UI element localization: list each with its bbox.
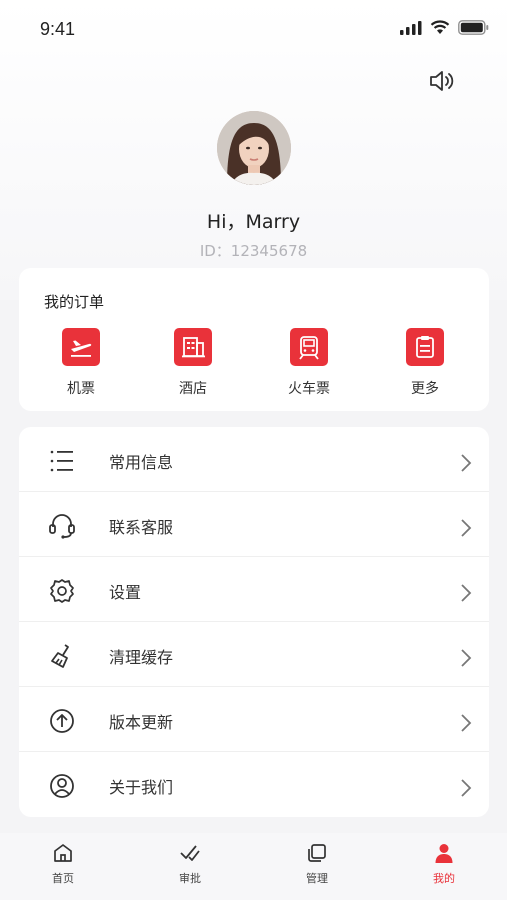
tab-bar: 首页 审批 管理 我的 bbox=[0, 833, 507, 900]
approve-icon bbox=[180, 845, 200, 861]
plane-icon bbox=[62, 328, 100, 366]
upgrade-icon bbox=[50, 709, 74, 733]
menu-label: 关于我们 bbox=[109, 778, 174, 797]
chevron-right-icon bbox=[461, 714, 472, 732]
tab-label: 首页 bbox=[52, 872, 74, 885]
more-icon bbox=[406, 328, 444, 366]
order-item-flight[interactable]: 机票 bbox=[36, 328, 126, 398]
train-icon bbox=[290, 328, 328, 366]
tab-profile[interactable]: 我的 bbox=[409, 841, 479, 886]
chevron-right-icon bbox=[461, 779, 472, 797]
menu-item-version-update[interactable]: 版本更新 bbox=[19, 687, 489, 752]
hotel-icon bbox=[174, 328, 212, 366]
menu-item-clear-cache[interactable]: 清理缓存 bbox=[19, 622, 489, 687]
status-bar: 9:41 bbox=[0, 0, 507, 60]
status-time: 9:41 bbox=[40, 19, 76, 39]
menu-card: 常用信息 联系客服 设置 清理缓存 版本更新 关于我们 bbox=[19, 427, 489, 817]
tab-label: 管理 bbox=[306, 872, 328, 885]
status-icons bbox=[400, 20, 489, 35]
user-id: ID：12345678 bbox=[199, 242, 308, 260]
orders-title: 我的订单 bbox=[44, 293, 105, 311]
menu-item-common-info[interactable]: 常用信息 bbox=[19, 427, 489, 492]
home-icon bbox=[54, 844, 72, 862]
menu-item-about-us[interactable]: 关于我们 bbox=[19, 752, 489, 817]
user-greeting: Hi，Marry bbox=[206, 211, 301, 233]
gear-icon bbox=[50, 579, 74, 603]
tab-approve[interactable]: 审批 bbox=[155, 841, 225, 886]
tab-home[interactable]: 首页 bbox=[28, 841, 98, 886]
order-label: 更多 bbox=[411, 381, 439, 397]
chevron-right-icon bbox=[461, 584, 472, 602]
signal-icon bbox=[400, 20, 422, 35]
menu-label: 常用信息 bbox=[109, 453, 174, 472]
menu-label: 版本更新 bbox=[109, 713, 174, 732]
tab-label: 我的 bbox=[433, 872, 455, 885]
broom-icon bbox=[51, 644, 69, 668]
list-icon bbox=[50, 450, 73, 472]
speaker-icon[interactable] bbox=[428, 68, 456, 94]
order-label: 酒店 bbox=[179, 381, 207, 397]
tab-manage[interactable]: 管理 bbox=[282, 841, 352, 886]
order-label: 火车票 bbox=[288, 381, 330, 397]
tab-label: 审批 bbox=[179, 872, 201, 885]
order-item-more[interactable]: 更多 bbox=[380, 328, 470, 398]
profile-icon bbox=[435, 844, 453, 863]
wifi-icon bbox=[430, 20, 450, 34]
headset-icon bbox=[49, 514, 75, 539]
manage-icon bbox=[308, 844, 326, 862]
order-label: 机票 bbox=[67, 381, 95, 397]
menu-item-settings[interactable]: 设置 bbox=[19, 557, 489, 622]
avatar[interactable] bbox=[217, 111, 291, 185]
menu-label: 联系客服 bbox=[109, 518, 174, 537]
order-item-train[interactable]: 火车票 bbox=[264, 328, 354, 398]
chevron-right-icon bbox=[461, 649, 472, 667]
user-circle-icon bbox=[50, 774, 74, 798]
order-item-hotel[interactable]: 酒店 bbox=[148, 328, 238, 398]
menu-label: 清理缓存 bbox=[109, 648, 174, 667]
menu-label: 设置 bbox=[109, 583, 142, 602]
orders-card: 我的订单 机票 酒店 火车票 更多 bbox=[19, 268, 489, 411]
menu-item-customer-service[interactable]: 联系客服 bbox=[19, 492, 489, 557]
battery-icon bbox=[458, 20, 489, 35]
chevron-right-icon bbox=[461, 454, 472, 472]
chevron-right-icon bbox=[461, 519, 472, 537]
